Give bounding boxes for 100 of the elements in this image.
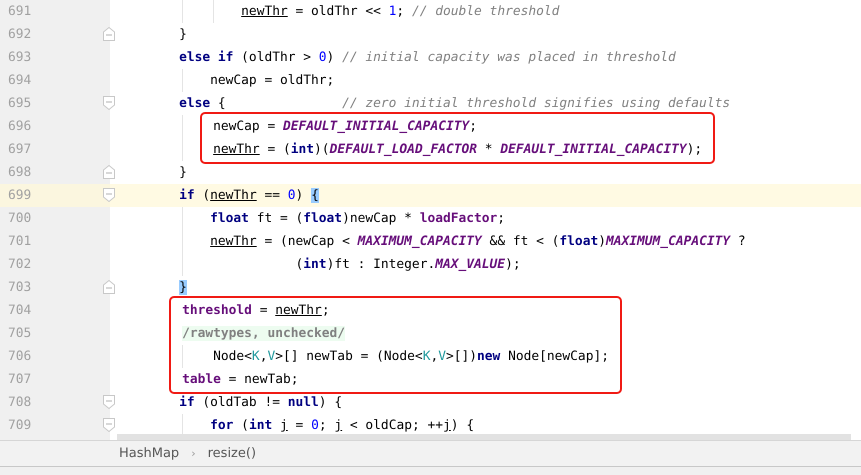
code-text: newCap = oldThr; [210,73,334,88]
code-text: ); [686,142,702,157]
fold-marker-icon[interactable] [103,418,115,432]
code-text: } [179,27,187,42]
number-literal: 0 [318,50,327,65]
keyword: if [179,188,195,203]
constant-name: DEFAULT_INITIAL_CAPACITY [500,142,687,157]
code-text: >[]) [446,349,478,364]
code-text: ) { [318,395,342,410]
keyword: null [288,395,319,410]
line-number: 692 [8,27,32,42]
type-parameter: K [422,349,430,364]
fold-marker-icon[interactable] [103,280,115,294]
keyword: float [210,211,249,226]
number-literal: 0 [288,188,296,203]
code-text: ) { [450,418,474,433]
keyword: float [559,234,598,249]
code-text: ) [598,234,606,249]
field-name: threshold [182,303,252,318]
line-number: 700 [8,211,32,226]
code-text: ); [505,257,521,272]
code-text: { [216,96,227,111]
code-text: )( [314,142,330,157]
horizontal-scrollbar[interactable] [117,434,851,440]
fold-marker-icon[interactable] [103,188,115,202]
code-text: && ft < ( [488,234,560,249]
constant-name: DEFAULT_LOAD_FACTOR [330,142,478,157]
constant-name: MAXIMUM_CAPACITY [606,234,730,249]
code-text: newCap = [213,119,276,134]
line-number: 699 [8,188,32,203]
field-name: loadFactor [420,211,498,226]
breadcrumb-item[interactable]: resize() [208,446,256,461]
code-text: = ( [266,142,291,157]
code-text: ) [326,50,336,65]
code-text: ; [322,303,330,318]
code-text: = (newCap < [263,234,351,249]
variable-name: newThr [210,234,257,249]
line-number: 691 [8,4,32,19]
code-text: < oldCap; ++ [348,418,444,433]
code-text: ft = ( [256,211,304,226]
type-parameter: V [267,349,276,364]
code-text: >[] newTab = (Node< [275,349,423,364]
code-text: )newCap * [342,211,413,226]
line-number: 709 [8,418,32,433]
line-number: 698 [8,165,32,180]
line-number: 695 [8,96,32,111]
variable-name: j [280,418,288,433]
code-text: Node< [213,349,252,364]
field-name: table [182,372,221,387]
fold-marker-icon[interactable] [103,165,115,179]
code-text: ( [201,188,210,203]
line-number: 693 [8,50,32,65]
code-text: ; [497,211,506,226]
number-literal: 0 [311,418,319,433]
code-text: ; [396,4,406,19]
fold-marker-icon[interactable] [103,395,115,409]
keyword: int [303,257,327,272]
constant-name: MAXIMUM_CAPACITY [358,234,482,249]
code-text: ? [736,234,746,249]
keyword: float [303,211,342,226]
code-comment: // initial capacity was placed in threshold [342,50,676,65]
code-text: } [179,165,187,180]
code-comment: // zero initial threshold signifies using defaults [342,96,730,111]
constant-name: MAX_VALUE [435,257,506,272]
keyword: for [210,418,234,433]
code-text: (oldTab != [201,395,281,410]
variable-name: newThr [210,188,257,203]
line-number: 706 [8,349,32,364]
variable-name: newThr [275,303,322,318]
code-text: (oldThr > [240,50,312,65]
keyword: int [290,142,314,157]
code-text: == [263,188,282,203]
number-literal: 1 [388,4,396,19]
keyword: else [179,96,210,111]
suppression-comment: /rawtypes, unchecked/ [182,326,346,341]
code-comment: // double threshold [412,4,560,19]
line-number: 702 [8,257,32,272]
constant-name: DEFAULT_INITIAL_CAPACITY [282,119,470,134]
line-number: 704 [8,303,32,318]
code-text: , [430,349,438,364]
variable-name: newThr [213,142,260,157]
keyword: else if [179,50,234,65]
code-text: ; [469,119,478,134]
fold-marker-icon[interactable] [103,96,115,110]
line-number: 707 [8,372,32,387]
code-text: * [484,142,494,157]
code-text: = [258,303,268,318]
code-text: Node[newCap]; [507,349,609,364]
code-text: ( [240,418,249,433]
line-number: 701 [8,234,32,249]
fold-marker-icon[interactable] [103,27,115,41]
line-number: 708 [8,395,32,410]
breadcrumb-separator: › [191,447,196,460]
code-text: ( [294,257,304,272]
line-number: 705 [8,326,32,341]
breadcrumb-item[interactable]: HashMap [119,446,180,461]
keyword: int [248,418,274,433]
code-text: = [294,418,304,433]
variable-name: j [334,418,342,433]
matched-brace: } [179,280,187,295]
